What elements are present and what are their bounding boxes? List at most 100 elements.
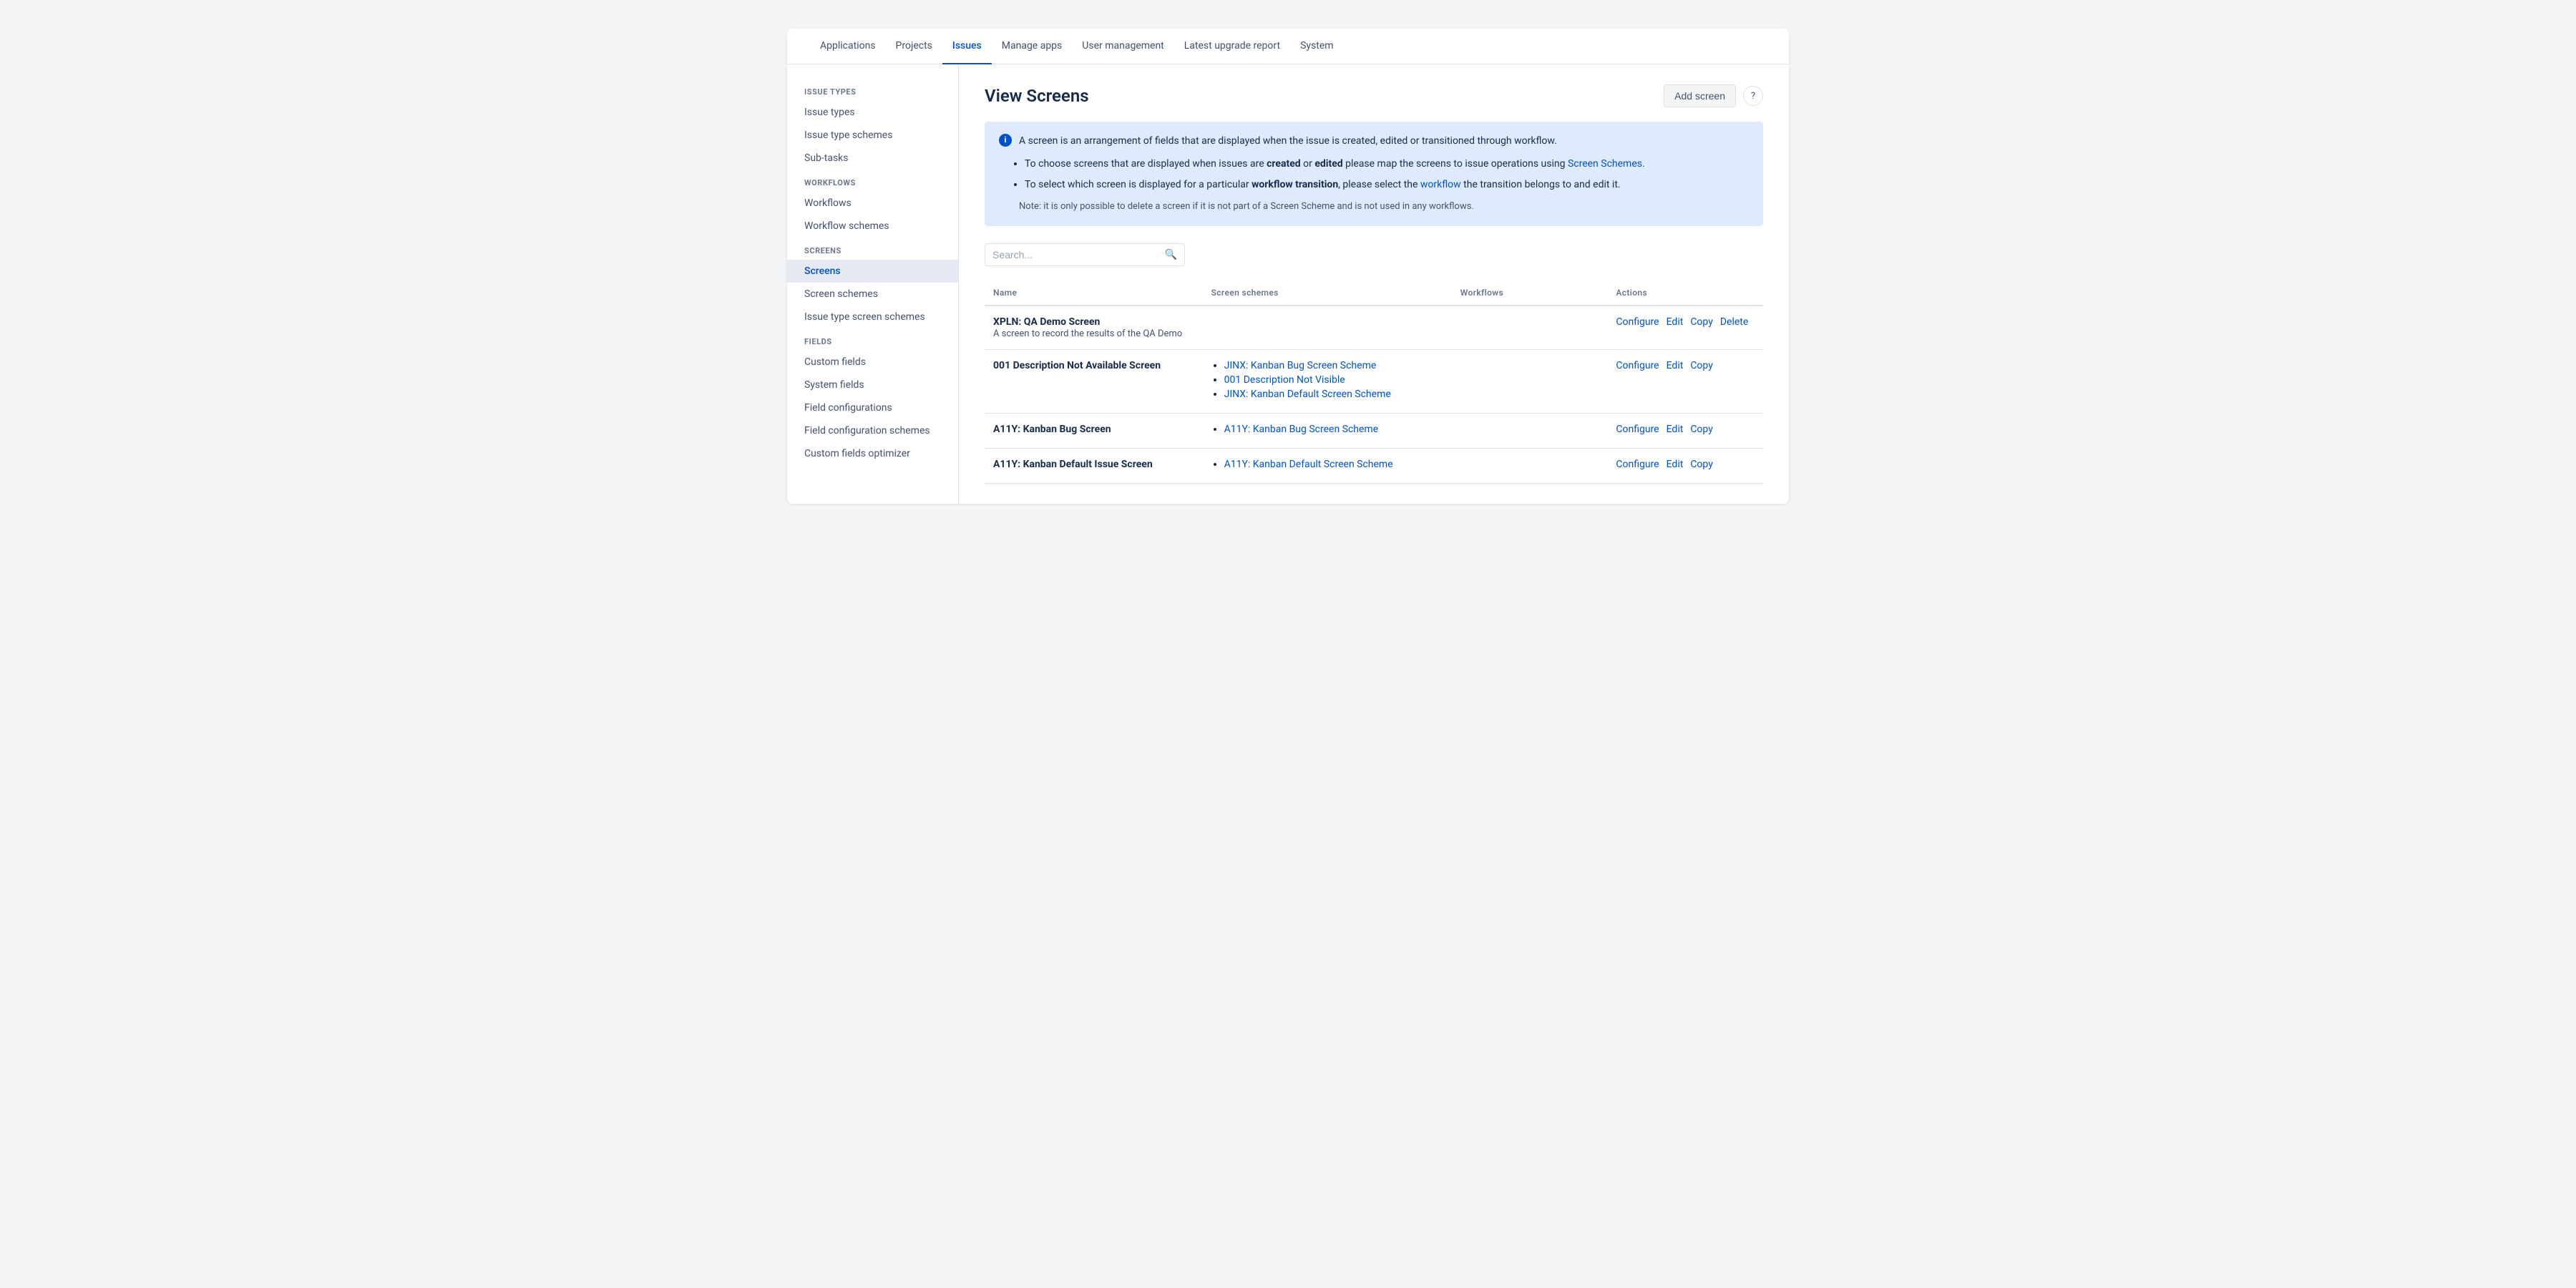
sidebar-item-workflows[interactable]: Workflows bbox=[787, 192, 958, 215]
info-box: i A screen is an arrangement of fields t… bbox=[985, 122, 1763, 226]
page-wrapper: ApplicationsProjectsIssuesManage appsUse… bbox=[787, 29, 1789, 504]
sidebar-item-screen-schemes[interactable]: Screen schemes bbox=[787, 283, 958, 306]
sidebar-item-issue-types[interactable]: Issue types bbox=[787, 101, 958, 124]
main-layout: Issue TypesIssue typesIssue type schemes… bbox=[787, 64, 1789, 504]
configure-link-3[interactable]: Configure bbox=[1616, 424, 1659, 435]
info-main-text: A screen is an arrangement of fields tha… bbox=[1019, 133, 1557, 149]
cell-schemes-2: JINX: Kanban Bug Screen Scheme 001 Descr… bbox=[1203, 349, 1452, 413]
scheme-item: 001 Description Not Visible bbox=[1224, 374, 1443, 386]
sidebar-section-label-issue-types: Issue Types bbox=[787, 79, 958, 101]
edit-link-1[interactable]: Edit bbox=[1667, 316, 1684, 328]
scheme-link[interactable]: JINX: Kanban Bug Screen Scheme bbox=[1224, 360, 1377, 371]
cell-workflows-2 bbox=[1452, 349, 1608, 413]
scheme-link[interactable]: A11Y: Kanban Bug Screen Scheme bbox=[1224, 424, 1379, 435]
add-screen-button[interactable]: Add screen bbox=[1664, 84, 1736, 107]
content-header: View Screens Add screen ? bbox=[985, 84, 1763, 107]
search-bar[interactable]: 🔍 bbox=[985, 243, 1185, 266]
help-icon[interactable]: ? bbox=[1743, 86, 1763, 106]
search-input[interactable] bbox=[992, 249, 1165, 260]
info-bullet-2: To select which screen is displayed for … bbox=[1025, 177, 1749, 192]
cell-workflows-3 bbox=[1452, 413, 1608, 448]
nav-item-applications[interactable]: Applications bbox=[810, 29, 886, 64]
edit-link-2[interactable]: Edit bbox=[1667, 360, 1684, 371]
sidebar-section-label-fields: Fields bbox=[787, 328, 958, 351]
scheme-link[interactable]: A11Y: Kanban Default Screen Scheme bbox=[1224, 459, 1393, 470]
nav-item-user-management[interactable]: User management bbox=[1072, 29, 1174, 64]
table-row: A11Y: Kanban Bug Screen A11Y: Kanban Bug… bbox=[985, 413, 1763, 448]
scheme-item: A11Y: Kanban Default Screen Scheme bbox=[1224, 459, 1443, 470]
question-mark: ? bbox=[1751, 91, 1755, 102]
table-row: A11Y: Kanban Default Issue Screen A11Y: … bbox=[985, 448, 1763, 483]
sidebar-item-field-configurations[interactable]: Field configurations bbox=[787, 396, 958, 419]
nav-item-issues[interactable]: Issues bbox=[942, 29, 992, 64]
scheme-link[interactable]: JINX: Kanban Default Screen Scheme bbox=[1224, 389, 1391, 400]
info-bullets: To choose screens that are displayed whe… bbox=[999, 156, 1749, 192]
sidebar-item-issue-type-schemes[interactable]: Issue type schemes bbox=[787, 124, 958, 147]
sidebar-item-field-configuration-schemes[interactable]: Field configuration schemes bbox=[787, 419, 958, 442]
cell-actions-2: Configure Edit Copy bbox=[1607, 349, 1763, 413]
screen-desc-1: A screen to record the results of the QA… bbox=[993, 328, 1182, 339]
screens-table: Name Screen schemes Workflows Actions XP… bbox=[985, 280, 1763, 484]
info-circle-icon: i bbox=[999, 134, 1012, 147]
scheme-item: JINX: Kanban Default Screen Scheme bbox=[1224, 389, 1443, 400]
scheme-item: A11Y: Kanban Bug Screen Scheme bbox=[1224, 424, 1443, 435]
cell-name-1: XPLN: QA Demo Screen A screen to record … bbox=[985, 306, 1203, 350]
sidebar-item-screens[interactable]: Screens bbox=[787, 260, 958, 283]
copy-link-3[interactable]: Copy bbox=[1690, 424, 1713, 435]
configure-link-1[interactable]: Configure bbox=[1616, 316, 1659, 328]
copy-link-4[interactable]: Copy bbox=[1690, 459, 1713, 470]
table-body: XPLN: QA Demo Screen A screen to record … bbox=[985, 306, 1763, 484]
cell-name-2: 001 Description Not Available Screen bbox=[985, 349, 1203, 413]
copy-link-2[interactable]: Copy bbox=[1690, 360, 1713, 371]
cell-schemes-4: A11Y: Kanban Default Screen Scheme bbox=[1203, 448, 1452, 483]
actions-3: Configure Edit Copy bbox=[1616, 424, 1755, 435]
cell-workflows-4 bbox=[1452, 448, 1608, 483]
table-head: Name Screen schemes Workflows Actions bbox=[985, 280, 1763, 306]
search-icon: 🔍 bbox=[1165, 249, 1177, 260]
sidebar-item-sub-tasks[interactable]: Sub-tasks bbox=[787, 147, 958, 170]
screen-name-1: XPLN: QA Demo Screen bbox=[993, 316, 1194, 328]
sidebar: Issue TypesIssue typesIssue type schemes… bbox=[787, 64, 959, 504]
col-header-workflows: Workflows bbox=[1452, 280, 1608, 306]
scheme-item: JINX: Kanban Bug Screen Scheme bbox=[1224, 360, 1443, 371]
configure-link-4[interactable]: Configure bbox=[1616, 459, 1659, 470]
screen-name-4: A11Y: Kanban Default Issue Screen bbox=[993, 459, 1194, 470]
sidebar-item-issue-type-screen-schemes[interactable]: Issue type screen schemes bbox=[787, 306, 958, 328]
nav-item-projects[interactable]: Projects bbox=[886, 29, 942, 64]
scheme-list-4: A11Y: Kanban Default Screen Scheme bbox=[1211, 459, 1443, 470]
cell-workflows-1 bbox=[1452, 306, 1608, 350]
sidebar-item-workflow-schemes[interactable]: Workflow schemes bbox=[787, 215, 958, 238]
configure-link-2[interactable]: Configure bbox=[1616, 360, 1659, 371]
table-row: XPLN: QA Demo Screen A screen to record … bbox=[985, 306, 1763, 350]
main-content: View Screens Add screen ? i A screen is … bbox=[959, 64, 1789, 504]
cell-schemes-3: A11Y: Kanban Bug Screen Scheme bbox=[1203, 413, 1452, 448]
delete-link-1[interactable]: Delete bbox=[1720, 316, 1748, 328]
sidebar-section-label-workflows: Workflows bbox=[787, 170, 958, 192]
sidebar-item-system-fields[interactable]: System fields bbox=[787, 374, 958, 396]
cell-actions-4: Configure Edit Copy bbox=[1607, 448, 1763, 483]
nav-item-manage-apps[interactable]: Manage apps bbox=[992, 29, 1073, 64]
nav-item-system[interactable]: System bbox=[1290, 29, 1343, 64]
edit-link-4[interactable]: Edit bbox=[1667, 459, 1684, 470]
scheme-list-2: JINX: Kanban Bug Screen Scheme 001 Descr… bbox=[1211, 360, 1443, 400]
cell-actions-3: Configure Edit Copy bbox=[1607, 413, 1763, 448]
table-header-row: Name Screen schemes Workflows Actions bbox=[985, 280, 1763, 306]
screen-schemes-link[interactable]: Screen Schemes bbox=[1568, 158, 1642, 170]
actions-4: Configure Edit Copy bbox=[1616, 459, 1755, 470]
sidebar-item-custom-fields[interactable]: Custom fields bbox=[787, 351, 958, 374]
col-header-actions: Actions bbox=[1607, 280, 1763, 306]
nav-item-latest-upgrade-report[interactable]: Latest upgrade report bbox=[1174, 29, 1290, 64]
cell-actions-1: Configure Edit Copy Delete bbox=[1607, 306, 1763, 350]
copy-link-1[interactable]: Copy bbox=[1690, 316, 1713, 328]
scheme-link[interactable]: 001 Description Not Visible bbox=[1224, 374, 1345, 386]
sidebar-item-custom-fields-optimizer[interactable]: Custom fields optimizer bbox=[787, 442, 958, 465]
workflow-link[interactable]: workflow bbox=[1420, 179, 1461, 190]
top-nav: ApplicationsProjectsIssuesManage appsUse… bbox=[787, 29, 1789, 64]
actions-1: Configure Edit Copy Delete bbox=[1616, 316, 1755, 328]
info-note: Note: it is only possible to delete a sc… bbox=[999, 200, 1749, 215]
info-box-header: i A screen is an arrangement of fields t… bbox=[999, 133, 1749, 149]
col-header-name: Name bbox=[985, 280, 1203, 306]
page-title: View Screens bbox=[985, 86, 1089, 106]
edit-link-3[interactable]: Edit bbox=[1667, 424, 1684, 435]
col-header-screen-schemes: Screen schemes bbox=[1203, 280, 1452, 306]
